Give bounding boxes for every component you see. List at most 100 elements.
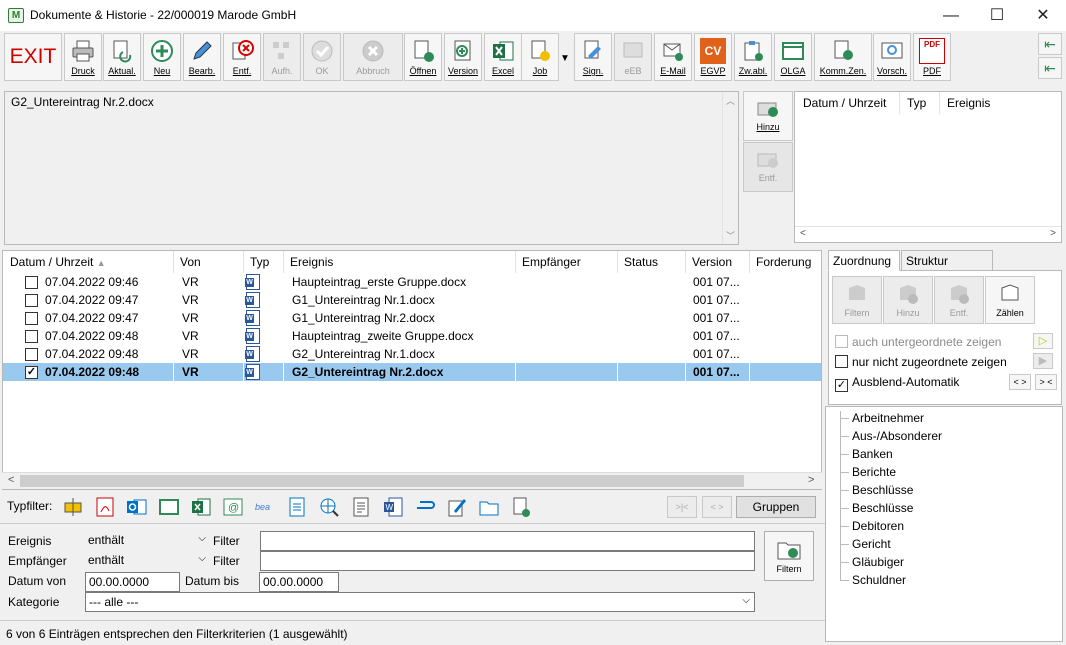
- row-checkbox[interactable]: [25, 294, 38, 307]
- row-checkbox[interactable]: [25, 348, 38, 361]
- ereignis-operator-select[interactable]: enthält ⌵: [85, 531, 210, 551]
- datum-bis-input[interactable]: 00.00.0000: [259, 572, 339, 592]
- col-typ[interactable]: Typ: [250, 255, 269, 269]
- table-row[interactable]: 07.04.2022 09:48 VR Haupteintrag_zweite Gr…: [3, 327, 821, 345]
- sign-button[interactable]: Sign.: [574, 33, 612, 81]
- table-row[interactable]: 07.04.2022 09:46 VR Haupteintrag_erste Gru…: [3, 273, 821, 291]
- history-hscrollbar[interactable]: < >: [795, 226, 1061, 242]
- pdf-button[interactable]: PDF PDF: [913, 33, 951, 81]
- bea-filter-icon[interactable]: bea: [254, 496, 276, 518]
- collapse-button[interactable]: > <: [1035, 374, 1057, 390]
- minimize-button[interactable]: —: [928, 0, 974, 31]
- row-checkbox[interactable]: [25, 312, 38, 325]
- add-history-button[interactable]: Hinzu: [743, 91, 793, 141]
- pdf-filter-icon[interactable]: [94, 496, 116, 518]
- kategorie-select[interactable]: --- alle --- ⌵: [85, 592, 755, 612]
- play-icon[interactable]: ▷: [1033, 333, 1053, 349]
- tree-item[interactable]: Beschlüsse: [852, 483, 913, 497]
- excel-button[interactable]: Excel: [484, 33, 522, 81]
- preview-scrollbar[interactable]: ︿ ﹀: [722, 92, 738, 244]
- remove-history-button[interactable]: Entf.: [743, 142, 793, 192]
- option-auto-hide[interactable]: ✓ Ausblend-Automatik: [835, 375, 959, 392]
- intermediate-file-button[interactable]: Zw.abl.: [734, 33, 772, 81]
- tree-item[interactable]: Banken: [852, 447, 893, 461]
- datum-von-input[interactable]: 00.00.0000: [85, 572, 180, 592]
- history-col-type[interactable]: Typ: [907, 96, 926, 110]
- panel-remove-button[interactable]: Entf.: [934, 276, 984, 324]
- edit-button[interactable]: Bearb.: [183, 33, 221, 81]
- exit-button[interactable]: EXIT: [4, 33, 62, 81]
- tab-zuordnung[interactable]: Zuordnung: [828, 250, 900, 271]
- text-filter-icon[interactable]: [350, 496, 372, 518]
- close-button[interactable]: ✕: [1020, 0, 1066, 31]
- split-button[interactable]: Aufh.: [263, 33, 301, 81]
- scroll-down-icon[interactable]: ﹀: [726, 229, 735, 242]
- word-filter-icon[interactable]: W: [382, 496, 404, 518]
- outlook-filter-icon[interactable]: [126, 496, 148, 518]
- web-filter-icon[interactable]: [318, 496, 340, 518]
- comm-center-button[interactable]: Komm.Zen.: [814, 33, 872, 81]
- checkbox[interactable]: [835, 355, 848, 368]
- col-date[interactable]: Datum / Uhrzeit ▲: [10, 255, 106, 269]
- tree-item[interactable]: Aus-/Absonderer: [852, 429, 942, 443]
- col-von[interactable]: Von: [180, 255, 201, 269]
- attachment-filter-icon[interactable]: [414, 496, 436, 518]
- note-filter-icon[interactable]: [446, 496, 468, 518]
- misc-filter-icon[interactable]: [510, 496, 532, 518]
- history-col-event[interactable]: Ereignis: [947, 96, 990, 110]
- history-col-date[interactable]: Datum / Uhrzeit: [803, 96, 886, 110]
- maximize-button[interactable]: ☐: [974, 0, 1020, 31]
- filter-button[interactable]: Filtern: [764, 531, 814, 581]
- cancel-button[interactable]: Abbruch: [343, 33, 403, 81]
- panel-count-button[interactable]: Zählen: [985, 276, 1035, 324]
- job-button[interactable]: Job: [521, 33, 559, 81]
- scroll-left-icon[interactable]: <: [800, 228, 806, 239]
- open-button[interactable]: Öffnen: [404, 33, 442, 81]
- group-prev-button[interactable]: >|<: [667, 496, 697, 518]
- tree-item[interactable]: Schuldner: [852, 573, 906, 587]
- col-version[interactable]: Version: [692, 255, 732, 269]
- tree-item[interactable]: Gläubiger: [852, 555, 904, 569]
- play-disabled-icon[interactable]: ▶: [1033, 353, 1053, 369]
- olga-button[interactable]: OLGA: [774, 33, 812, 81]
- option-show-subordinate[interactable]: auch untergeordnete zeigen: [835, 335, 1001, 349]
- row-checkbox[interactable]: ✓: [25, 366, 38, 379]
- row-checkbox[interactable]: [25, 276, 38, 289]
- col-forderung[interactable]: Forderung: [756, 255, 811, 269]
- arrow-left-icon[interactable]: ⇤: [1038, 33, 1062, 55]
- folder-filter-icon[interactable]: [478, 496, 500, 518]
- scroll-left-icon[interactable]: <: [8, 474, 14, 486]
- scroll-right-icon[interactable]: >: [1050, 228, 1056, 239]
- col-empfaenger[interactable]: Empfänger: [522, 255, 581, 269]
- checkbox-checked[interactable]: ✓: [835, 379, 848, 392]
- new-button[interactable]: Neu: [143, 33, 181, 81]
- tree-item[interactable]: Berichte: [852, 465, 896, 479]
- table-row[interactable]: 07.04.2022 09:47 VR G1_Untereintrag Nr.2.d…: [3, 309, 821, 327]
- empfaenger-filter-input[interactable]: [260, 551, 755, 571]
- table-row[interactable]: ✓ 07.04.2022 09:48 VR G2_Untereintrag Nr.2.…: [3, 363, 821, 381]
- group-next-button[interactable]: < >: [702, 496, 732, 518]
- tab-struktur[interactable]: Struktur ändern: [901, 250, 993, 282]
- all-types-icon[interactable]: [62, 496, 84, 518]
- groups-button[interactable]: Gruppen: [736, 496, 816, 518]
- checkbox[interactable]: [835, 335, 848, 348]
- ereignis-filter-input[interactable]: [260, 531, 755, 551]
- email-filter-icon[interactable]: @: [222, 496, 244, 518]
- row-checkbox[interactable]: [25, 330, 38, 343]
- tree-item[interactable]: Beschlüsse: [852, 501, 913, 515]
- tree-item[interactable]: Debitoren: [852, 519, 904, 533]
- col-ereignis[interactable]: Ereignis: [290, 255, 333, 269]
- panel-filter-button[interactable]: Filtern: [832, 276, 882, 324]
- document-filter-icon[interactable]: [286, 496, 308, 518]
- col-status[interactable]: Status: [624, 255, 658, 269]
- olga-filter-icon[interactable]: [158, 496, 180, 518]
- table-row[interactable]: 07.04.2022 09:47 VR G1_Untereintrag Nr.1.d…: [3, 291, 821, 309]
- delete-button[interactable]: Entf.: [223, 33, 261, 81]
- scroll-up-icon[interactable]: ︿: [726, 94, 735, 107]
- option-only-unassigned[interactable]: nur nicht zugeordnete zeigen: [835, 355, 1007, 369]
- eeb-button[interactable]: eEB: [614, 33, 652, 81]
- ok-button[interactable]: OK: [303, 33, 341, 81]
- tree-item[interactable]: Arbeitnehmer: [852, 411, 924, 425]
- refresh-button[interactable]: Aktual.: [103, 33, 141, 81]
- excel-filter-icon[interactable]: [190, 496, 212, 518]
